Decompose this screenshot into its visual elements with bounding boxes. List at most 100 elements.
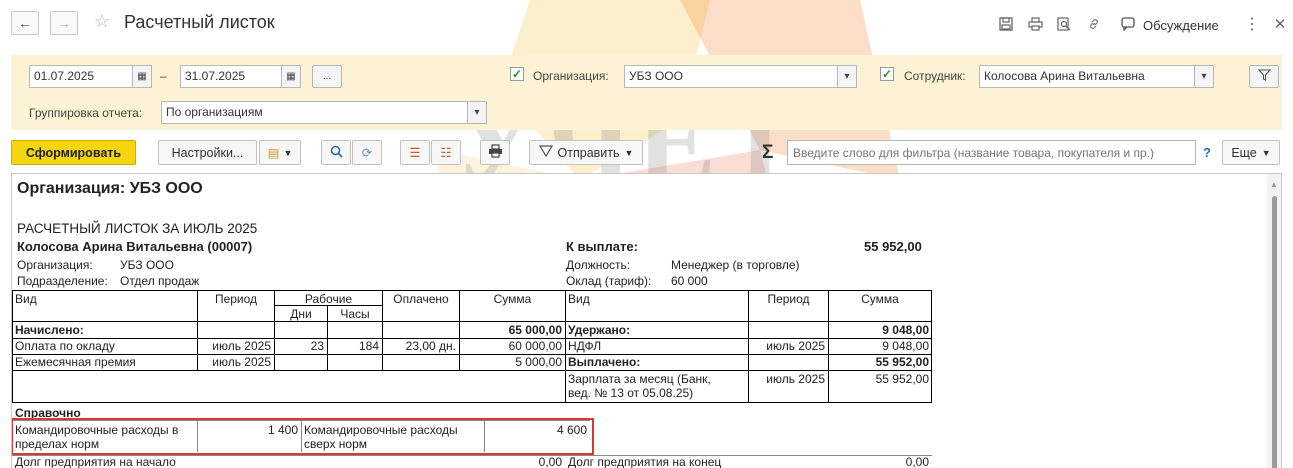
report-document[interactable]: Организация: УБЗ ООО РАСЧЕТНЫЙ ЛИСТОК ЗА… [11, 173, 1282, 468]
accrued-row-1-period: июль 2025 [212, 339, 271, 353]
chevron-down-icon: ▾ [474, 107, 480, 118]
col-period: Период [214, 292, 258, 306]
col-sum: Сумма [493, 292, 532, 306]
withheld-row-1-sum: 9 048,00 [882, 339, 929, 353]
report-variants-icon: ▤ [267, 146, 280, 160]
chevron-down-icon: ▾ [844, 71, 850, 82]
favorite-star-icon[interactable]: ☆ [94, 11, 110, 32]
filter-button[interactable] [1249, 65, 1279, 88]
chevron-down-icon: ▼ [624, 147, 634, 158]
employee-label: Сотрудник: [904, 69, 966, 83]
debt-end-label: Долг предприятия на конец [568, 455, 722, 468]
calendar-icon: ▦ [137, 71, 147, 82]
accrued-total: 65 000,00 [508, 323, 562, 337]
employee-dropdown-button[interactable]: ▾ [1194, 65, 1214, 88]
more-button[interactable]: Еще ▼ [1222, 140, 1280, 165]
link-icon[interactable] [1085, 15, 1103, 33]
org-heading: Организация: УБЗ ООО [17, 180, 203, 197]
variants-button[interactable]: ▤ ▼ [259, 140, 301, 165]
grouping-label: Группировка отчета: [29, 106, 143, 120]
withheld-total: 9 048,00 [882, 323, 929, 337]
chevron-down-icon: ▼ [283, 147, 293, 158]
col-vid-2: Вид [568, 292, 590, 306]
accrued-row-2-sum: 5 000,00 [515, 355, 562, 369]
withheld-row-1-vid: НДФЛ [568, 339, 602, 353]
date-dash: – [160, 69, 167, 83]
scrollbar-thumb[interactable] [1272, 196, 1277, 468]
org-input[interactable]: УБЗ ООО [624, 65, 842, 88]
dept-line-label: Подразделение: [17, 274, 108, 288]
employee-input[interactable]: Колосова Арина Витальевна [979, 65, 1197, 88]
collapse-groups-button[interactable]: ☷ [431, 140, 461, 165]
expand-groups-icon: ☰ [409, 146, 421, 160]
chevron-down-icon: ▾ [1201, 71, 1207, 82]
col-days: Дни [290, 307, 312, 321]
send-label: Отправить [557, 145, 620, 160]
highlight-box [12, 418, 594, 455]
date-to-input[interactable]: 31.07.2025 [180, 65, 295, 88]
employee-checkbox[interactable]: ✓ [880, 67, 894, 81]
date-from-calendar-button[interactable]: ▦ [132, 65, 152, 88]
filter-panel: 01.07.2025 ▦ – 31.07.2025 ▦ ... ✓ Органи… [11, 55, 1282, 130]
period-select-button[interactable]: ... [312, 65, 342, 88]
accrued-label: Начислено: [15, 323, 84, 337]
accrued-row-2-period: июль 2025 [212, 355, 271, 369]
search-icon [330, 145, 343, 161]
to-pay-value: 55 952,00 [864, 239, 922, 254]
paid-out-row-1-sum: 55 952,00 [875, 372, 929, 386]
arrow-right-icon: → [57, 15, 71, 31]
dept-line-value: Отдел продаж [120, 274, 200, 288]
search-next-button[interactable]: ⟳ [352, 140, 382, 165]
help-link[interactable]: ? [1203, 145, 1211, 160]
filter-search-input[interactable] [787, 140, 1196, 165]
paid-out-row-1-vid-line2: вед. № 13 от 05.08.25) [568, 386, 694, 400]
send-button[interactable]: Отправить ▼ [529, 140, 643, 165]
vertical-scrollbar[interactable]: ▲ [1267, 174, 1281, 468]
close-icon[interactable]: ✕ [1271, 15, 1289, 33]
employee-name: Колосова Арина Витальевна (00007) [17, 239, 253, 254]
settings-button[interactable]: Настройки... [158, 140, 257, 165]
discussion-icon[interactable] [1120, 15, 1138, 33]
page-title: Расчетный листок [124, 12, 275, 32]
collapse-groups-icon: ☷ [440, 146, 452, 160]
expand-groups-button[interactable]: ☰ [400, 140, 430, 165]
accrued-row-2-vid: Ежемесячная премия [15, 355, 136, 369]
date-from-input[interactable]: 01.07.2025 [29, 65, 144, 88]
preview-icon[interactable] [1055, 15, 1073, 33]
paid-out-row-1-period: июль 2025 [766, 372, 825, 386]
more-vertical-icon[interactable]: ⋮ [1243, 15, 1261, 33]
debt-start-label: Долг предприятия на начало [15, 455, 176, 468]
back-button[interactable]: ← [11, 11, 39, 35]
position-label: Должность: [566, 258, 631, 272]
col-sum-2: Сумма [861, 292, 899, 306]
debt-start-value: 0,00 [538, 455, 562, 468]
paid-out-total: 55 952,00 [875, 355, 929, 369]
col-vid: Вид [15, 292, 37, 306]
org-label: Организация: [533, 69, 609, 83]
discussion-link[interactable]: Обсуждение [1143, 18, 1219, 33]
org-line-label: Организация: [17, 258, 93, 272]
generate-button[interactable]: Сформировать [11, 140, 136, 165]
forward-button[interactable]: → [50, 11, 78, 35]
search-refresh-icon: ⟳ [361, 146, 373, 160]
chevron-down-icon: ▼ [1261, 147, 1271, 158]
send-icon [538, 145, 553, 160]
org-dropdown-button[interactable]: ▾ [837, 65, 857, 88]
print-icon[interactable] [1026, 15, 1044, 33]
position-value: Менеджер (в торговле) [671, 258, 800, 272]
printer-icon [488, 144, 503, 161]
accrued-row-1-vid: Оплата по окладу [15, 339, 115, 353]
scroll-up-arrow-icon[interactable]: ▲ [1270, 180, 1278, 189]
search-button[interactable] [321, 140, 351, 165]
to-pay-label: К выплате: [566, 239, 638, 254]
paid-out-label: Выплачено: [568, 355, 641, 369]
org-checkbox[interactable]: ✓ [510, 67, 524, 81]
salary-label: Оклад (тариф): [566, 274, 652, 288]
save-icon[interactable] [997, 15, 1015, 33]
more-label: Еще [1231, 145, 1257, 160]
grouping-input[interactable]: По организациям [161, 101, 469, 124]
sum-icon[interactable]: Σ [762, 142, 773, 164]
date-to-calendar-button[interactable]: ▦ [281, 65, 301, 88]
grouping-dropdown-button[interactable]: ▾ [467, 101, 487, 124]
print-button[interactable] [480, 140, 510, 165]
